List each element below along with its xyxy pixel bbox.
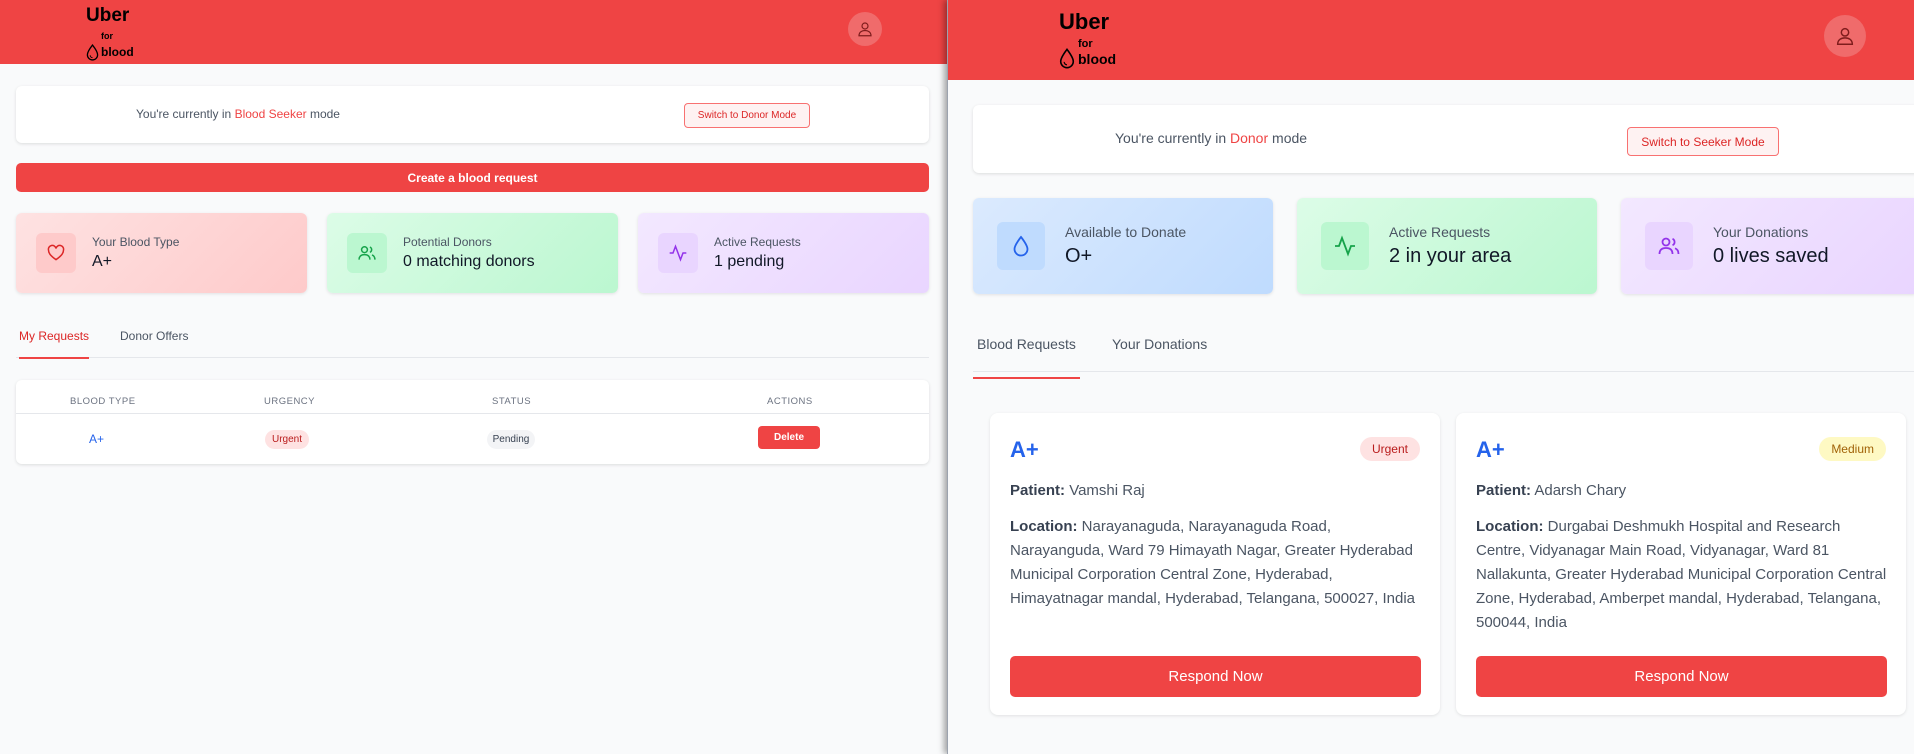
- request-blood-type: A+: [1476, 437, 1505, 462]
- profile-button[interactable]: [1824, 15, 1866, 57]
- urgency-badge: Medium: [1819, 437, 1886, 461]
- location-label: Location:: [1010, 518, 1078, 535]
- tab-donor-offers[interactable]: Donor Offers: [120, 329, 188, 343]
- urgency-badge: Urgent: [1359, 437, 1420, 461]
- delete-button[interactable]: Delete: [758, 426, 820, 449]
- mode-status-text: You're currently in Blood Seeker mode: [136, 107, 340, 121]
- location-line: Location: Narayanaguda, Narayanaguda Roa…: [1010, 515, 1422, 611]
- seeker-window: Uber for blood You're currently in Blood…: [0, 0, 947, 754]
- status-badge: Pending: [487, 430, 535, 449]
- stat-card-active-requests: Active Requests 2 in your area: [1297, 198, 1597, 294]
- stat-label: Available to Donate: [1065, 224, 1187, 240]
- location-label: Location:: [1476, 518, 1544, 535]
- stat-label: Active Requests: [714, 235, 801, 249]
- app-header: Uber for blood: [0, 0, 947, 64]
- stat-value: O+: [1065, 245, 1093, 267]
- logo[interactable]: Uber for blood: [86, 5, 134, 61]
- stat-label: Potential Donors: [403, 235, 492, 249]
- urgency-badge: Urgent: [265, 430, 309, 449]
- users-icon: [347, 233, 387, 273]
- logo-for: for: [101, 31, 113, 41]
- patient-line: Patient: Adarsh Chary: [1476, 479, 1888, 503]
- logo-blood: blood: [1078, 50, 1117, 67]
- donor-tabs: Blood Requests Your Donations: [973, 328, 1914, 379]
- cell-blood-type: A+: [89, 432, 105, 446]
- stat-card-blood-type: Your Blood Type A+: [16, 213, 307, 293]
- seeker-tabs: My Requests Donor Offers: [16, 325, 929, 359]
- blood-drop-icon: [1059, 47, 1075, 69]
- request-blood-type: A+: [1010, 437, 1039, 462]
- user-icon: [1836, 27, 1854, 45]
- blood-drop-icon: [86, 43, 99, 61]
- logo-title: Uber: [86, 5, 130, 26]
- heart-icon: [36, 233, 76, 273]
- create-request-button[interactable]: Create a blood request: [16, 163, 929, 192]
- logo-title: Uber: [1059, 9, 1110, 34]
- request-card: A+ Urgent Patient: Vamshi Raj Location: …: [990, 413, 1440, 715]
- respond-now-button[interactable]: Respond Now: [1476, 656, 1887, 697]
- switch-to-donor-button[interactable]: Switch to Donor Mode: [684, 103, 810, 128]
- column-header-urgency: URGENCY: [264, 396, 316, 407]
- profile-button[interactable]: [848, 12, 882, 46]
- stat-value: 0 lives saved: [1713, 245, 1829, 267]
- tab-your-donations[interactable]: Your Donations: [1112, 336, 1207, 352]
- users-icon: [1645, 222, 1693, 270]
- table-divider: [16, 413, 929, 414]
- stat-label: Your Blood Type: [92, 235, 180, 249]
- location-line: Location: Durgabai Deshmukh Hospital and…: [1476, 515, 1888, 635]
- tab-my-requests[interactable]: My Requests: [19, 329, 90, 359]
- droplet-icon: [997, 222, 1045, 270]
- donor-window: Uber for blood You're currently in Donor…: [947, 0, 1914, 754]
- request-card: A+ Medium Patient: Adarsh Chary Location…: [1456, 413, 1906, 715]
- logo-for: for: [1078, 38, 1093, 50]
- mode-name: Donor: [1230, 130, 1269, 146]
- stat-label: Your Donations: [1713, 224, 1809, 240]
- switch-to-seeker-button[interactable]: Switch to Seeker Mode: [1627, 127, 1779, 156]
- patient-name: Vamshi Raj: [1069, 482, 1145, 499]
- tab-blood-requests[interactable]: Blood Requests: [973, 336, 1080, 379]
- user-icon: [858, 22, 872, 37]
- patient-label: Patient:: [1476, 482, 1532, 499]
- stat-value: 1 pending: [714, 253, 785, 270]
- mode-name: Blood Seeker: [234, 107, 307, 121]
- app-header: Uber for blood: [948, 0, 1914, 80]
- respond-now-button[interactable]: Respond Now: [1010, 656, 1421, 697]
- column-header-actions: ACTIONS: [767, 396, 813, 407]
- mode-status-text: You're currently in Donor mode: [1115, 130, 1307, 146]
- stat-label: Active Requests: [1389, 224, 1491, 240]
- patient-label: Patient:: [1010, 482, 1066, 499]
- activity-icon: [658, 233, 698, 273]
- patient-line: Patient: Vamshi Raj: [1010, 479, 1422, 503]
- column-header-blood-type: BLOOD TYPE: [70, 396, 136, 407]
- mode-banner: You're currently in Blood Seeker mode Sw…: [16, 86, 929, 143]
- logo-blood: blood: [101, 44, 134, 59]
- column-header-status: STATUS: [492, 396, 532, 407]
- mode-prefix: You're currently in: [1115, 130, 1230, 146]
- logo[interactable]: Uber for blood: [1059, 9, 1116, 69]
- stat-value: 2 in your area: [1389, 245, 1512, 267]
- mode-prefix: You're currently in: [136, 107, 235, 121]
- patient-name: Adarsh Chary: [1534, 482, 1627, 499]
- stat-card-available-to-donate: Available to Donate O+: [973, 198, 1273, 294]
- mode-suffix: mode: [1268, 130, 1308, 146]
- stat-card-potential-donors: Potential Donors 0 matching donors: [327, 213, 618, 293]
- stat-value: A+: [92, 253, 113, 270]
- mode-banner: You're currently in Donor mode Switch to…: [973, 105, 1914, 173]
- mode-suffix: mode: [306, 107, 340, 121]
- requests-table: BLOOD TYPE URGENCY STATUS ACTIONS A+ Urg…: [16, 380, 929, 464]
- stat-card-active-requests: Active Requests 1 pending: [638, 213, 929, 293]
- stat-value: 0 matching donors: [403, 253, 535, 270]
- stat-card-your-donations: Your Donations 0 lives saved: [1621, 198, 1914, 294]
- activity-icon: [1321, 222, 1369, 270]
